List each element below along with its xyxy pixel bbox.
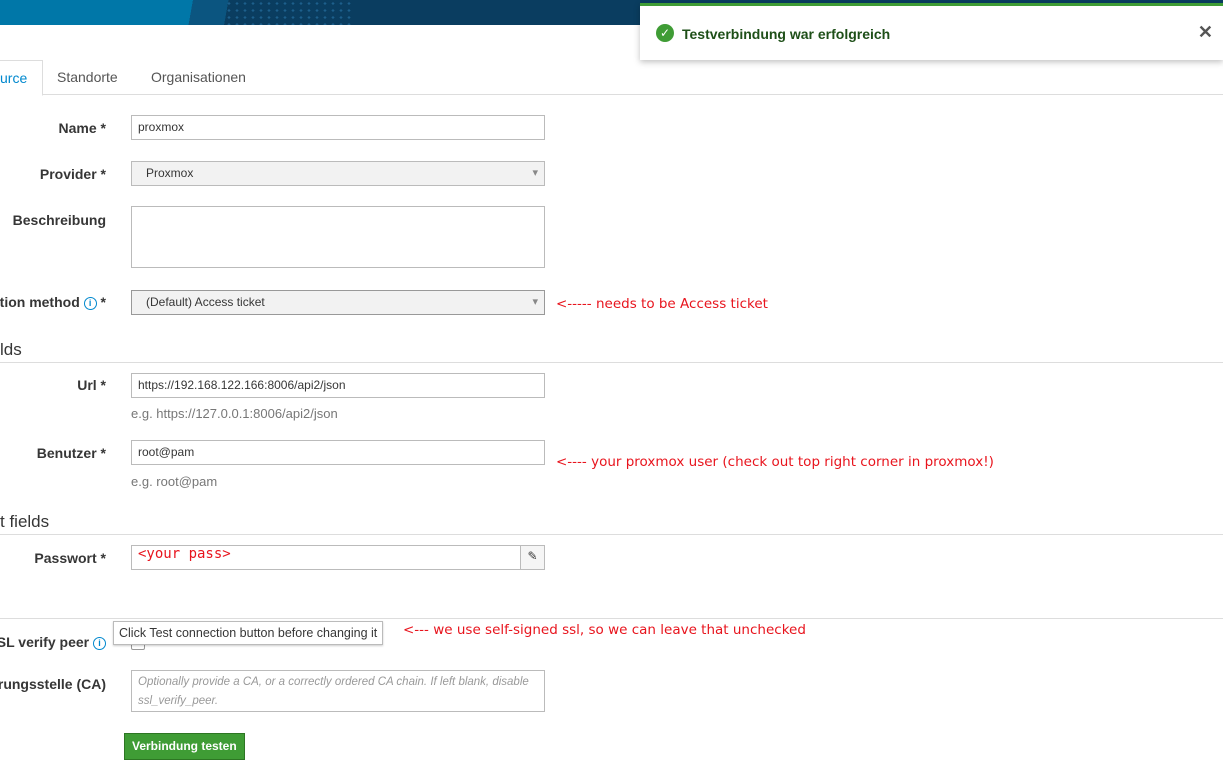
test-connection-button[interactable]: Verbindung testen bbox=[124, 733, 245, 760]
divider bbox=[0, 618, 1223, 619]
ca-label: rungsstelle (CA) bbox=[0, 676, 106, 692]
tab-organizations[interactable]: Organisationen bbox=[151, 60, 246, 94]
ca-textarea[interactable]: Optionally provide a CA, or a correctly … bbox=[131, 670, 545, 712]
description-label: Beschreibung bbox=[12, 212, 106, 228]
tooltip: Click Test connection button before chan… bbox=[113, 621, 384, 645]
toast-message: Testverbindung war erfolgreich bbox=[682, 26, 891, 42]
user-input[interactable]: root@pam bbox=[131, 440, 545, 465]
info-icon[interactable]: i bbox=[83, 297, 97, 310]
tab-locations[interactable]: Standorte bbox=[57, 60, 118, 94]
auth-method-select[interactable]: (Default) Access ticket bbox=[131, 290, 545, 315]
provider-label: Provider * bbox=[39, 166, 106, 182]
ssl-label-text: SL verify peer bbox=[0, 634, 90, 650]
password-label: Passwort * bbox=[34, 550, 106, 566]
auth-method-text: tion method bbox=[0, 294, 80, 310]
annotation-auth: <----- needs to be Access ticket bbox=[556, 296, 768, 312]
section-heading-2: t fields bbox=[0, 512, 50, 531]
divider bbox=[0, 362, 1223, 363]
divider bbox=[0, 534, 1223, 535]
tab-compute-resource[interactable]: urce bbox=[0, 60, 44, 96]
ssl-label: SL verify peer i bbox=[0, 634, 106, 650]
password-input[interactable]: <your pass> bbox=[131, 545, 521, 570]
url-label: Url * bbox=[77, 377, 106, 393]
provider-select[interactable]: Proxmox bbox=[131, 161, 545, 186]
annotation-ssl: <--- we use self-signed ssl, so we can l… bbox=[403, 622, 806, 638]
annotation-user: <---- your proxmox user (check out top r… bbox=[556, 454, 994, 470]
user-label: Benutzer * bbox=[36, 445, 106, 461]
check-circle-icon: ✓ bbox=[656, 24, 674, 42]
required-mark: * bbox=[100, 294, 106, 310]
url-help: e.g. https://127.0.0.1:8006/api2/json bbox=[131, 406, 338, 421]
user-help: e.g. root@pam bbox=[131, 474, 218, 489]
auth-method-value: (Default) Access ticket bbox=[146, 295, 265, 309]
header-pattern bbox=[225, 0, 355, 25]
close-icon[interactable]: ✕ bbox=[1198, 22, 1213, 43]
name-input[interactable]: proxmox bbox=[131, 115, 545, 140]
name-label: Name * bbox=[58, 120, 106, 136]
section-heading: lds bbox=[0, 340, 22, 359]
auth-method-label: tion method i * bbox=[0, 294, 106, 310]
description-textarea[interactable] bbox=[131, 206, 545, 268]
edit-pencil-icon[interactable]: ✎ bbox=[520, 545, 545, 570]
success-toast: ✓ Testverbindung war erfolgreich ✕ bbox=[640, 3, 1223, 60]
provider-value: Proxmox bbox=[146, 166, 194, 180]
info-icon[interactable]: i bbox=[93, 637, 106, 650]
url-input[interactable]: https://192.168.122.166:8006/api2/json bbox=[131, 373, 545, 398]
tab-bar: urce Standorte Organisationen bbox=[0, 60, 1223, 96]
